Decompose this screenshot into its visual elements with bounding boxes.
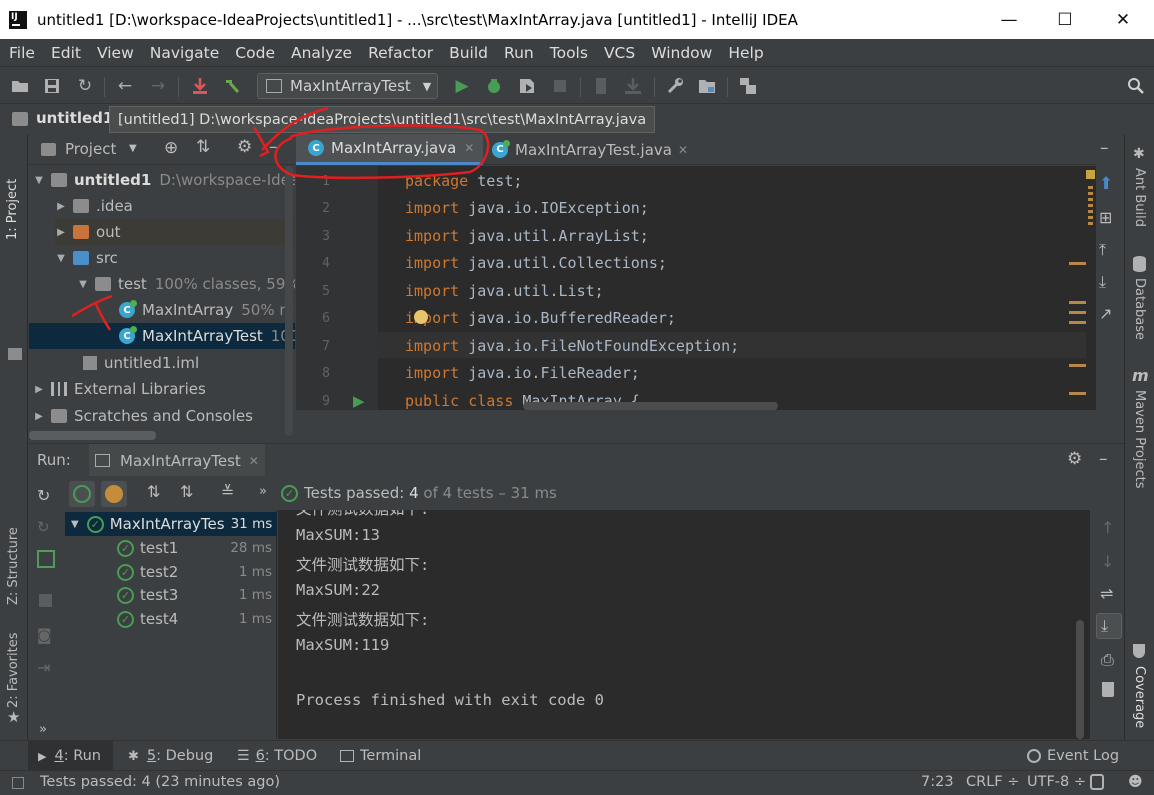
red-annotation-marks	[71, 106, 490, 331]
